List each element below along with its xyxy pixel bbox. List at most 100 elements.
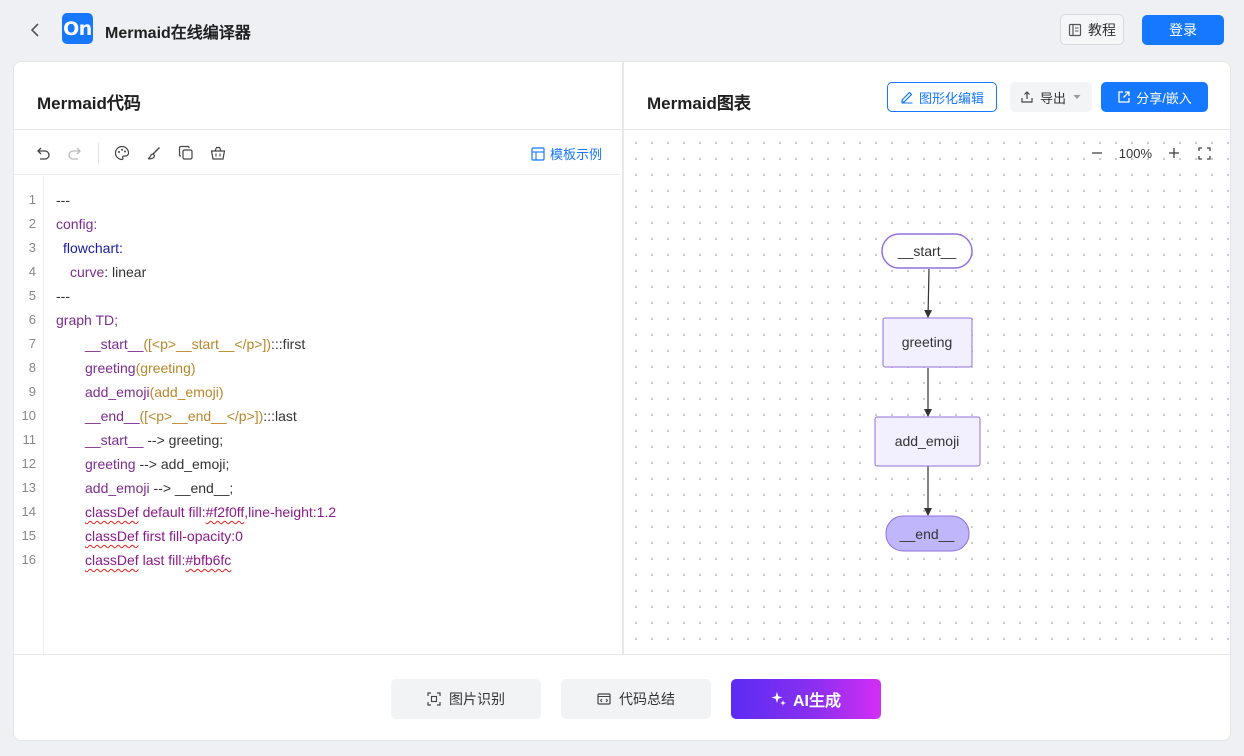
line-number: 14: [21, 504, 36, 519]
palette-icon: [114, 145, 130, 161]
code-token: classDef: [85, 552, 139, 568]
graphic-edit-button[interactable]: 图形化编辑: [887, 82, 997, 112]
back-icon: [30, 23, 39, 37]
code-pane-header: Mermaid代码: [14, 62, 622, 130]
upload-icon: [1021, 91, 1033, 103]
format-button[interactable]: [144, 143, 164, 163]
code-summary-button[interactable]: 代码总结: [561, 679, 711, 719]
line-number: 12: [21, 456, 36, 471]
ai-generate-button[interactable]: AI生成: [731, 679, 881, 719]
undo-icon: [37, 147, 50, 160]
back-button[interactable]: [24, 18, 48, 42]
scan-icon: [427, 692, 441, 706]
basket-icon: [210, 146, 226, 160]
node-start[interactable]: __start__: [881, 233, 973, 269]
code-token: #f2f0ff: [205, 504, 245, 520]
code-editor[interactable]: 1 2 3 4 5 6 7 8 9 10 11 12 13 14 15 16 -…: [14, 176, 622, 654]
code-token: ([<p>__end__</p>]): [139, 408, 264, 424]
code-line: __end__([<p>__end__</p>]):::last: [85, 404, 297, 428]
code-line: curve: linear: [70, 260, 146, 284]
code-line: __start__([<p>__start__</p>]):::first: [85, 332, 305, 356]
code-token: __start__: [85, 432, 144, 448]
code-token: __start__: [85, 336, 144, 352]
node-greeting[interactable]: greeting: [882, 317, 973, 368]
code-icon: [597, 693, 611, 705]
line-number: 2: [28, 216, 36, 231]
line-number: 6: [28, 312, 36, 327]
code-token: first fill-opacity:0: [138, 528, 243, 544]
code-line: ---: [56, 284, 70, 308]
login-button[interactable]: 登录: [1142, 15, 1224, 45]
code-line: flowchart:: [63, 236, 123, 260]
code-line: classDef first fill-opacity:0: [85, 524, 243, 548]
code-line: add_emoji --> __end__;: [85, 476, 233, 500]
app-title: Mermaid在线编译器: [105, 25, 251, 42]
redo-button[interactable]: [65, 143, 85, 163]
code-line: classDef last fill:#bfb6fc: [85, 548, 231, 572]
caret-down-icon: [1073, 95, 1081, 99]
redo-icon: [68, 147, 81, 160]
logo-text: On: [63, 17, 92, 40]
tutorial-label: 教程: [1088, 21, 1116, 38]
undo-button[interactable]: [33, 143, 53, 163]
node-start-label: __start__: [897, 243, 957, 259]
line-number: 10: [21, 408, 36, 423]
code-token: greeting: [85, 360, 136, 376]
code-token: (add_emoji): [149, 384, 224, 400]
code-line: add_emoji(add_emoji): [85, 380, 224, 404]
code-line: ---: [56, 188, 70, 212]
code-token: :::first: [271, 336, 306, 352]
code-token: default fill:: [138, 504, 206, 520]
code-token: add_emoji: [85, 480, 150, 496]
code-token: flowchart:: [63, 240, 123, 256]
code-line: config:: [56, 212, 97, 236]
diagram-pane-title: Mermaid图表: [647, 94, 751, 113]
template-examples-label: 模板示例: [549, 147, 602, 162]
bottom-action-bar: 图片识别 代码总结 AI生成: [14, 655, 1230, 740]
code-token: (greeting): [135, 360, 196, 376]
code-token: --> greeting;: [143, 432, 224, 448]
app-logo: On: [62, 13, 93, 44]
line-number: 9: [28, 384, 36, 399]
line-number: 5: [28, 288, 36, 303]
diagram-pane-header: Mermaid图表 图形化编辑 导出 分享/嵌入: [624, 62, 1230, 130]
code-token: --> add_emoji;: [135, 456, 230, 472]
code-line: classDef default fill:#f2f0ff,line-heigh…: [85, 500, 336, 524]
toolbar-separator: [98, 143, 99, 163]
export-dropdown[interactable]: 导出: [1010, 82, 1092, 112]
image-recognition-button[interactable]: 图片识别: [391, 679, 541, 719]
code-token: curve: [70, 264, 105, 280]
line-number: 11: [22, 432, 37, 447]
code-token: ---: [56, 192, 70, 208]
export-label: 导出: [1039, 90, 1066, 106]
share-icon: [1118, 91, 1130, 103]
node-add-emoji-label: add_emoji: [895, 433, 960, 449]
tutorial-button[interactable]: 教程: [1060, 14, 1124, 45]
line-number: 16: [21, 552, 36, 567]
clear-button[interactable]: [208, 143, 228, 163]
code-summary-label: 代码总结: [619, 691, 675, 707]
code-token: add_emoji: [85, 384, 150, 400]
template-examples-link[interactable]: 模板示例: [531, 144, 602, 163]
theme-button[interactable]: [112, 143, 132, 163]
editor-toolbar: 模板示例: [14, 131, 622, 175]
node-end[interactable]: __end__: [885, 515, 970, 552]
image-recognition-label: 图片识别: [449, 691, 505, 707]
diagram-canvas[interactable]: 100% __start__ greeting add_emoji __end_…: [624, 131, 1230, 654]
code-token: --> __end__;: [149, 480, 234, 496]
line-number-gutter: 1 2 3 4 5 6 7 8 9 10 11 12 13 14 15 16: [14, 176, 44, 654]
share-embed-button[interactable]: 分享/嵌入: [1101, 82, 1208, 112]
code-token: classDef: [85, 528, 139, 544]
code-token: greeting: [85, 456, 136, 472]
node-greeting-label: greeting: [902, 334, 953, 350]
copy-button[interactable]: [176, 143, 196, 163]
code-token: ---: [56, 288, 70, 304]
code-token: ([<p>__start__</p>]): [143, 336, 272, 352]
code-token: graph TD;: [56, 312, 118, 328]
node-add-emoji[interactable]: add_emoji: [874, 416, 981, 467]
code-line: __start__ --> greeting;: [85, 428, 223, 452]
main-card: Mermaid代码 模板示例 1 2 3 4 5 6 7 8 9 10 11 1…: [13, 61, 1231, 741]
code-token: __end__: [85, 408, 140, 424]
line-number: 4: [28, 264, 36, 279]
line-number: 15: [21, 528, 36, 543]
